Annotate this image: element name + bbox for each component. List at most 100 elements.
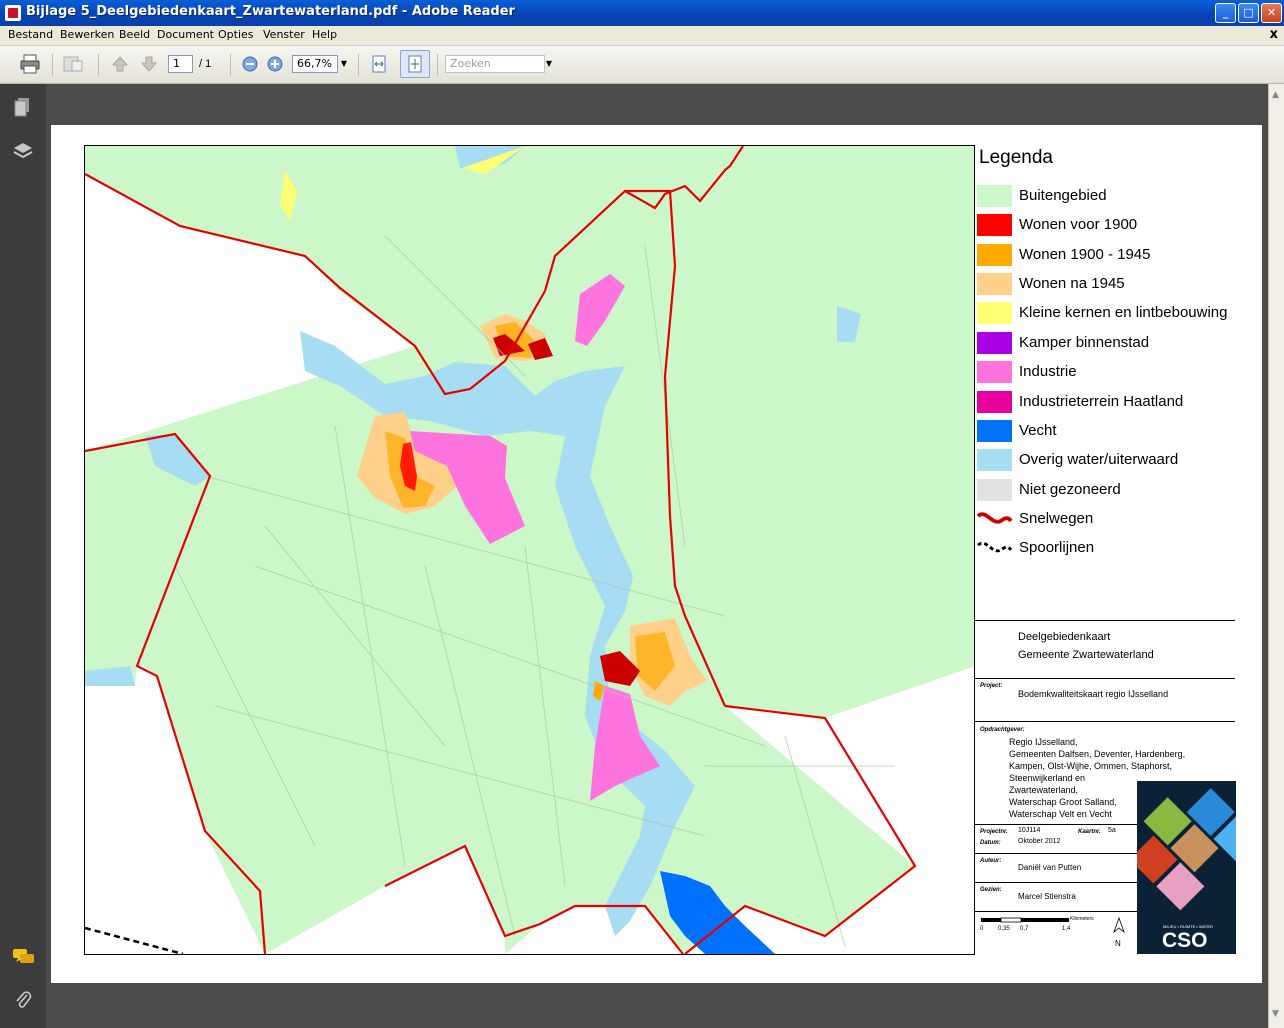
toolbar-separator (437, 54, 438, 76)
scroll-down-icon[interactable]: ▼ (1272, 1009, 1279, 1019)
menu-help[interactable]: Help (312, 28, 337, 41)
client-label: Opdrachtgever: (980, 727, 1025, 733)
north-label: N (1115, 939, 1121, 948)
legend-swatch (977, 332, 1012, 354)
legend-swatch (977, 479, 1012, 501)
legend-swatch (977, 244, 1012, 266)
legend-label: Spoorlijnen (1019, 539, 1095, 556)
divider (975, 911, 1137, 912)
divider (975, 721, 1235, 722)
toolbar-separator (52, 54, 53, 76)
legend-label: Snelwegen (1019, 510, 1094, 527)
maximize-button[interactable]: □ (1238, 3, 1259, 23)
scale-tick: 0 (980, 926, 984, 932)
menu-bar: Bestand Bewerken Beeld Document Opties V… (0, 26, 1284, 46)
navigation-panel (0, 84, 46, 1028)
zoom-out-icon[interactable] (238, 52, 262, 76)
legend-label: Wonen voor 1900 (1019, 216, 1138, 233)
toolbar-separator (98, 54, 99, 76)
client-line: Steenwijkerland en (1009, 773, 1086, 783)
next-page-icon[interactable] (137, 52, 161, 76)
menu-beeld[interactable]: Beeld (119, 28, 150, 41)
menu-opties[interactable]: Opties (218, 28, 254, 41)
legend-swatch (977, 273, 1012, 295)
mapno-label: Kaartnr. (1078, 829, 1101, 835)
client-line: Kampen, Olst-Wijhe, Ommen, Staphorst, (1009, 761, 1173, 771)
attachment-icon[interactable] (12, 989, 34, 1011)
north-arrow-icon (1113, 917, 1125, 934)
highway-line-icon (977, 512, 1012, 524)
project-value: Bodemkwaliteitskaart regio IJsselland (1018, 689, 1169, 699)
zoom-input[interactable]: 66,7% (292, 55, 338, 73)
legend-label: Kleine kernen en lintbebouwing (1019, 304, 1228, 321)
client-line: Regio IJsselland, (1009, 737, 1078, 747)
search-input[interactable]: Zoeken (445, 55, 545, 73)
divider (975, 620, 1235, 621)
title-bar: Bijlage 5_Deelgebiedenkaart_Zwartewaterl… (0, 0, 1284, 26)
scale-tick: 0,7 (1020, 926, 1029, 932)
divider (975, 853, 1137, 854)
toolbar-separator (230, 54, 231, 76)
date-value: Oktober 2012 (1018, 838, 1061, 845)
comments-icon[interactable] (12, 946, 34, 968)
checked-value: Marcel Stienstra (1018, 892, 1076, 901)
print-icon[interactable] (18, 52, 42, 76)
search-dropdown-icon[interactable]: ▼ (543, 55, 555, 73)
author-value: Daniël van Putten (1018, 863, 1082, 872)
legend-label: Overig water/uiterwaard (1019, 451, 1179, 468)
legend-panel: Legenda Buitengebied Wonen voor 1900 Won… (974, 145, 1236, 955)
scale-unit: Kilometers (1070, 916, 1094, 922)
legend-swatch (977, 361, 1012, 383)
toolbar: 1 / 1 66,7% ▼ Zoeken ▼ (0, 46, 1284, 84)
document-close-button[interactable]: x (1270, 27, 1278, 42)
date-label: Datum: (980, 840, 1001, 846)
prev-page-icon[interactable] (108, 52, 132, 76)
legend-swatch (977, 185, 1012, 207)
legend-label: Wonen na 1945 (1019, 275, 1125, 292)
menu-bestand[interactable]: Bestand (8, 28, 53, 41)
legend-swatch (977, 302, 1012, 324)
legend-label: Industrie (1019, 363, 1077, 380)
legend-title: Legenda (979, 147, 1053, 168)
scale-tick: 0,35 (998, 926, 1010, 932)
fit-page-icon[interactable] (400, 50, 430, 78)
minimize-button[interactable]: _ (1215, 3, 1236, 23)
adobe-reader-icon (5, 5, 21, 21)
railway-line-icon (977, 541, 1012, 553)
menu-venster[interactable]: Venster (263, 28, 305, 41)
divider (975, 678, 1235, 679)
menu-document[interactable]: Document (157, 28, 214, 41)
projectnr-value: 10J114 (1018, 827, 1041, 834)
window-title: Bijlage 5_Deelgebiedenkaart_Zwartewaterl… (26, 4, 515, 19)
fit-width-icon[interactable] (367, 52, 391, 76)
divider (975, 824, 1137, 825)
legend-label: Buitengebied (1019, 187, 1107, 204)
client-line: Zwartewaterland, (1009, 785, 1079, 795)
legend-label: Niet gezoneerd (1019, 481, 1121, 498)
client-line: Gemeenten Dalfsen, Deventer, Hardenberg, (1009, 749, 1186, 759)
checked-label: Gezien: (980, 887, 1002, 893)
map-title-line2: Gemeente Zwartewaterland (1018, 649, 1154, 661)
client-line: Waterschap Velt en Vecht (1009, 809, 1112, 819)
legend-swatch (977, 449, 1012, 471)
legend-label: Wonen 1900 - 1945 (1019, 246, 1151, 263)
vertical-scrollbar[interactable]: ▲ ▼ (1268, 84, 1284, 1028)
menu-bewerken[interactable]: Bewerken (60, 28, 114, 41)
client-line: Waterschap Groot Salland, (1009, 797, 1117, 807)
zoom-in-icon[interactable] (263, 52, 287, 76)
pages-icon[interactable] (12, 96, 34, 118)
legend-swatch (977, 214, 1012, 236)
project-label: Project: (980, 683, 1003, 689)
collab-icon[interactable] (62, 52, 86, 76)
map-canvas (85, 146, 975, 954)
toolbar-separator (358, 54, 359, 76)
page-number-input[interactable]: 1 (168, 55, 193, 73)
zoom-dropdown-icon[interactable]: ▼ (338, 55, 350, 73)
layers-icon[interactable] (12, 140, 34, 162)
scroll-up-icon[interactable]: ▲ (1272, 90, 1279, 100)
logo-text: CSO (1162, 929, 1208, 952)
author-label: Auteur: (980, 858, 1002, 864)
close-button[interactable]: ✕ (1261, 3, 1282, 23)
projectnr-label: Projectnr. (980, 829, 1008, 835)
legend-label: Vecht (1019, 422, 1057, 439)
